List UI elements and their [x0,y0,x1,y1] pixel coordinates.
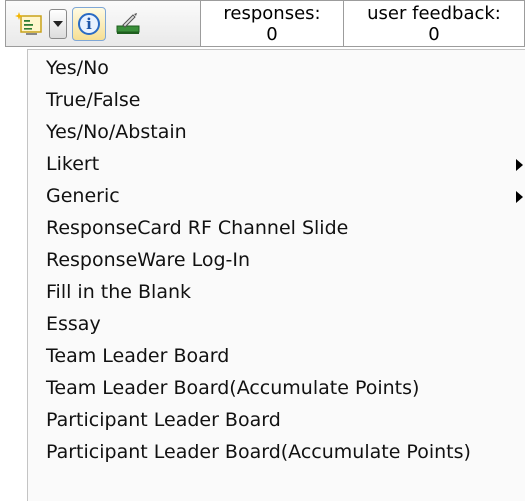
insert-slide-icon [15,11,42,35]
menu-item-yes-no-abstain[interactable]: Yes/No/Abstain [28,116,525,148]
insert-slide-menu: Yes/No True/False Yes/No/Abstain Likert Gene… [27,49,525,501]
menu-item-responsecard-rf-channel-slide[interactable]: ResponseCard RF Channel Slide [28,212,525,244]
menu-list: Yes/No True/False Yes/No/Abstain Likert Gene… [28,50,525,468]
device-charge-icon [116,12,140,34]
user-feedback-value: 0 [428,24,440,45]
app-root: i responses: 0 user feedback: 0 Yes/No Tr… [0,0,525,501]
dropdown-arrow-icon [53,20,63,27]
menu-item-yes-no[interactable]: Yes/No [28,52,525,84]
menu-item-label: ResponseCard RF Channel Slide [46,217,349,239]
user-feedback-label: user feedback: [367,3,501,24]
insert-slide-button[interactable] [12,7,46,41]
toolbar-buttons: i [5,0,200,47]
device-charge-button[interactable] [114,7,144,41]
responses-label: responses: [223,3,321,24]
responses-counter: responses: 0 [200,0,344,47]
submenu-arrow-icon [516,159,523,171]
menu-item-label: Team Leader Board [46,345,230,367]
user-feedback-counter: user feedback: 0 [344,0,525,47]
toolbar: i responses: 0 user feedback: 0 [5,0,525,49]
insert-slide-dropdown-button[interactable] [49,8,67,39]
menu-item-label: Likert [46,153,100,175]
submenu-arrow-icon [516,191,523,203]
menu-item-label: Participant Leader Board(Accumulate Poin… [46,441,471,463]
menu-item-label: ResponseWare Log-In [46,249,251,271]
menu-item-essay[interactable]: Essay [28,308,525,340]
menu-item-label: Team Leader Board(Accumulate Points) [46,377,420,399]
menu-item-label: Yes/No/Abstain [46,121,187,143]
responses-value: 0 [266,24,278,45]
menu-item-likert[interactable]: Likert [28,148,525,180]
info-icon: i [78,12,100,35]
menu-item-label: Essay [46,313,101,335]
menu-item-responseware-log-in[interactable]: ResponseWare Log-In [28,244,525,276]
menu-item-label: Participant Leader Board [46,409,281,431]
menu-item-true-false[interactable]: True/False [28,84,525,116]
menu-item-team-leader-board-accumulate-points[interactable]: Team Leader Board(Accumulate Points) [28,372,525,404]
menu-item-label: Generic [46,185,120,207]
menu-item-fill-in-the-blank[interactable]: Fill in the Blank [28,276,525,308]
menu-item-generic[interactable]: Generic [28,180,525,212]
menu-item-label: Yes/No [46,57,109,79]
menu-item-participant-leader-board[interactable]: Participant Leader Board [28,404,525,436]
menu-item-label: Fill in the Blank [46,281,192,303]
menu-item-team-leader-board[interactable]: Team Leader Board [28,340,525,372]
info-button[interactable]: i [72,6,106,41]
menu-item-participant-leader-board-accumulate-points[interactable]: Participant Leader Board(Accumulate Poin… [28,436,525,468]
menu-item-label: True/False [46,89,141,111]
